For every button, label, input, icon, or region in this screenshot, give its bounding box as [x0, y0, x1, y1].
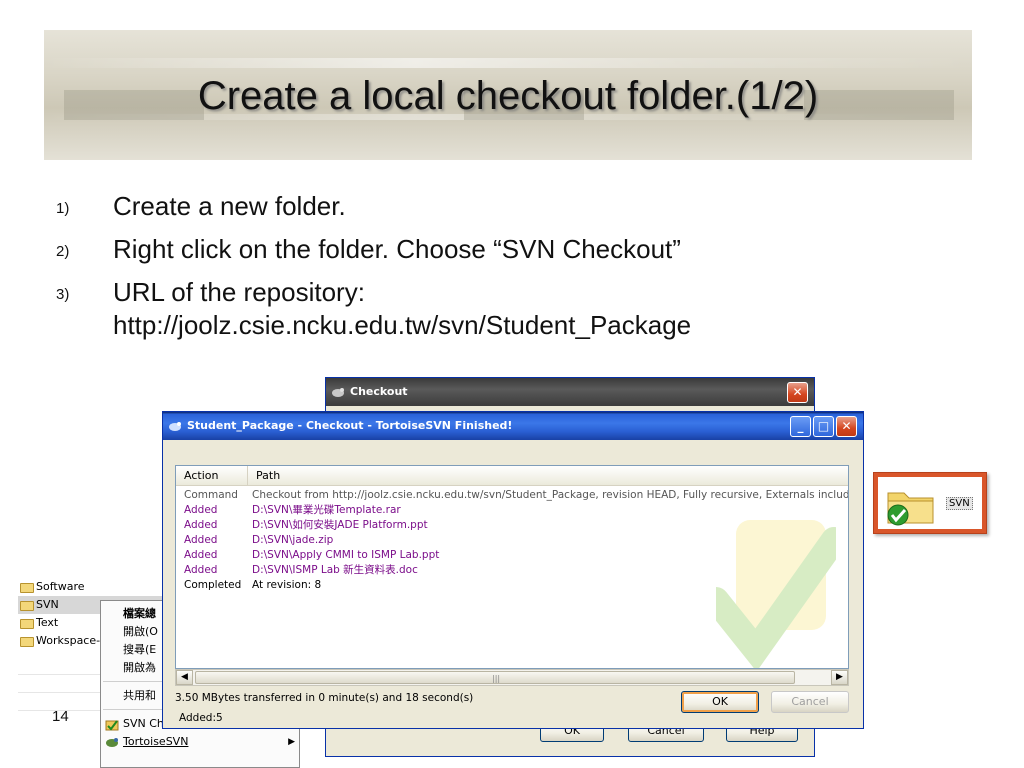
- svn-checkout-icon: [105, 720, 119, 731]
- folder-item-software[interactable]: Software: [18, 578, 168, 596]
- menu-item-tortoisesvn[interactable]: TortoiseSVN: [123, 733, 293, 751]
- title-banner: Create a local checkout folder.(1/2): [44, 30, 972, 160]
- page-number: 14: [52, 708, 69, 725]
- bullet-item: 3) URL of the repository: http://joolz.c…: [56, 276, 956, 342]
- log-path: D:\SVN\畢業光碟Template.rar: [252, 504, 401, 516]
- log-action: Completed: [184, 579, 242, 591]
- progress-dialog: Student_Package - Checkout - TortoiseSVN…: [162, 411, 864, 729]
- log-action: Command: [184, 489, 238, 501]
- progress-title: Student_Package - Checkout - TortoiseSVN…: [187, 419, 513, 432]
- bullet-text: URL of the repository:: [113, 277, 365, 307]
- progress-body: Action Path Command Checkout from http:/…: [163, 440, 863, 728]
- banner-streak: [44, 58, 972, 68]
- folder-label: Workspace-: [36, 634, 101, 647]
- bullet-item: 1) Create a new folder.: [56, 190, 956, 223]
- bullet-item: 2) Right click on the folder. Choose “SV…: [56, 233, 956, 266]
- tortoise-icon: [169, 422, 181, 431]
- log-action: Added: [184, 504, 218, 516]
- bullet-list: 1) Create a new folder. 2) Right click o…: [56, 190, 956, 352]
- log-path: D:\SVN\jade.zip: [252, 534, 334, 546]
- log-path: Checkout from http://joolz.csie.ncku.edu…: [252, 489, 849, 501]
- scroll-left-button[interactable]: ◀: [176, 670, 193, 685]
- svn-folder-checked-icon: [887, 492, 934, 526]
- summary-status: Added:5: [179, 712, 223, 724]
- list-header: Action Path: [176, 466, 848, 486]
- checkout-titlebar: Checkout ✕: [326, 378, 814, 406]
- folder-icon: [20, 619, 34, 629]
- bullet-number: 3): [56, 286, 70, 303]
- callout-inner: SVN: [878, 477, 982, 529]
- ok-button[interactable]: OK: [681, 691, 759, 713]
- folder-label: Text: [36, 616, 59, 629]
- folder-label: SVN: [36, 598, 59, 611]
- log-path: At revision: 8: [252, 579, 322, 591]
- log-action: Added: [184, 534, 218, 546]
- slide-title: Create a local checkout folder.(1/2): [197, 74, 819, 118]
- checkmark-watermark-icon: [716, 520, 836, 668]
- maximize-button[interactable]: □: [813, 416, 834, 437]
- log-path: D:\SVN\ISMP Lab 新生資料表.doc: [252, 564, 418, 576]
- svn-folder-label[interactable]: SVN: [946, 497, 973, 510]
- log-path: D:\SVN\如何安裝JADE Platform.ppt: [252, 519, 428, 531]
- bullet-text: Create a new folder.: [113, 191, 346, 221]
- submenu-arrow-icon: ▶: [288, 737, 295, 747]
- cancel-button[interactable]: Cancel: [771, 691, 849, 713]
- repository-url: http://joolz.csie.ncku.edu.tw/svn/Studen…: [113, 310, 692, 340]
- bullet-number: 1): [56, 200, 70, 217]
- scroll-right-button[interactable]: ▶: [831, 670, 848, 685]
- bullet-text: Right click on the folder. Choose “SVN C…: [113, 234, 681, 264]
- folder-icon: [20, 637, 34, 647]
- folder-label: Software: [36, 580, 85, 593]
- folder-icon: [20, 601, 34, 611]
- transfer-status: 3.50 MBytes transferred in 0 minute(s) a…: [175, 692, 474, 704]
- close-button[interactable]: ✕: [787, 382, 808, 403]
- scroll-thumb[interactable]: |||: [195, 671, 795, 684]
- close-button[interactable]: ✕: [836, 416, 857, 437]
- progress-titlebar: Student_Package - Checkout - TortoiseSVN…: [163, 412, 863, 440]
- minimize-button[interactable]: _: [790, 416, 811, 437]
- action-log-list[interactable]: Action Path Command Checkout from http:/…: [175, 465, 849, 669]
- horizontal-scrollbar[interactable]: ◀ ||| ▶: [175, 669, 849, 686]
- column-header-path[interactable]: Path: [248, 466, 848, 486]
- log-action: Added: [184, 549, 218, 561]
- column-header-action[interactable]: Action: [176, 466, 248, 486]
- svn-folder-callout: SVN: [873, 472, 987, 534]
- log-action: Added: [184, 564, 218, 576]
- log-action: Added: [184, 519, 218, 531]
- scroll-grip-icon: |||: [492, 674, 501, 683]
- folder-icon: [20, 583, 34, 593]
- log-path: D:\SVN\Apply CMMI to ISMP Lab.ppt: [252, 549, 440, 561]
- tortoisesvn-icon: [106, 738, 118, 747]
- bullet-number: 2): [56, 243, 70, 260]
- tortoise-icon: [332, 388, 344, 397]
- checkout-title: Checkout: [350, 385, 408, 398]
